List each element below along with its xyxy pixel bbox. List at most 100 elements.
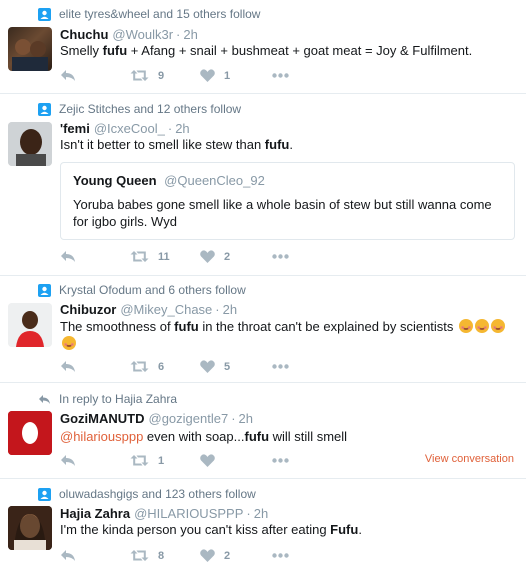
reply-button[interactable] bbox=[60, 360, 130, 373]
quoted-author-name: Young Queen bbox=[73, 173, 157, 188]
retweet-button[interactable]: 6 bbox=[130, 360, 200, 373]
reply-icon bbox=[61, 455, 75, 466]
tweet[interactable]: Krystal Ofodum and 6 others follow Chibu… bbox=[0, 276, 526, 383]
author-name[interactable]: Hajia Zahra bbox=[60, 506, 130, 521]
retweet-icon bbox=[130, 455, 149, 466]
reply-icon bbox=[61, 361, 75, 372]
tweet[interactable]: oluwadashgigs and 123 others follow Haji… bbox=[0, 479, 526, 563]
author-handle[interactable]: @Woulk3r bbox=[112, 27, 173, 42]
retweet-count: 11 bbox=[158, 250, 170, 263]
reply-button[interactable] bbox=[60, 250, 130, 263]
tweet[interactable]: elite tyres&wheel and 15 others follow C… bbox=[0, 0, 526, 94]
author-name[interactable]: Chibuzor bbox=[60, 302, 116, 317]
tweet-actions: 6 5 bbox=[60, 360, 289, 373]
separator-dot: · bbox=[231, 411, 236, 426]
text-part: I'm the kinda person you can't kiss afte… bbox=[60, 522, 331, 537]
more-dots-icon bbox=[272, 364, 289, 369]
more-dots-icon bbox=[272, 458, 289, 463]
reply-button[interactable] bbox=[60, 69, 130, 82]
retweet-button[interactable]: 1 bbox=[130, 454, 200, 467]
reply-context[interactable]: In reply to Hajia Zahra bbox=[38, 392, 177, 406]
like-button[interactable] bbox=[200, 454, 272, 467]
like-heart-icon bbox=[200, 360, 215, 373]
retweet-count: 8 bbox=[158, 549, 165, 562]
tweet[interactable]: In reply to Hajia Zahra GoziMANUTD @gozi… bbox=[0, 383, 526, 479]
smiling-face-emoji bbox=[491, 319, 506, 333]
retweet-count: 6 bbox=[158, 360, 165, 373]
like-button[interactable]: 2 bbox=[200, 250, 272, 263]
avatar-photo bbox=[8, 303, 52, 347]
text-part: Isn't it better to smell like stew than bbox=[60, 137, 265, 152]
retweet-icon bbox=[130, 550, 149, 561]
more-dots-icon bbox=[272, 73, 289, 78]
tweet-text: Smelly fufu + Afang + snail + bushmeat +… bbox=[60, 42, 514, 59]
person-follow-icon bbox=[38, 7, 51, 21]
author-name[interactable]: GoziMANUTD bbox=[60, 411, 145, 426]
avatar-photo bbox=[8, 506, 52, 550]
timestamp[interactable]: 2h bbox=[183, 27, 197, 42]
like-count: 5 bbox=[224, 360, 231, 373]
like-button[interactable]: 5 bbox=[200, 360, 272, 373]
author-name[interactable]: Chuchu bbox=[60, 27, 108, 42]
tweet-text: @hilariousppp even with soap...fufu will… bbox=[60, 428, 514, 445]
author-handle[interactable]: @IcxeCool_ bbox=[94, 121, 165, 136]
like-heart-icon bbox=[200, 454, 215, 467]
timestamp[interactable]: 2h bbox=[223, 302, 237, 317]
tweet-text: The smoothness of fufu in the throat can… bbox=[60, 318, 506, 352]
tweet-header: Chuchu @Woulk3r · 2h bbox=[60, 27, 198, 42]
reply-button[interactable] bbox=[60, 454, 130, 467]
author-handle[interactable]: @HILARIOUSPPP bbox=[134, 506, 243, 521]
text-part: The smoothness of bbox=[60, 319, 175, 334]
like-count: 2 bbox=[224, 250, 231, 263]
tweet-header: GoziMANUTD @gozigentle7 · 2h bbox=[60, 411, 253, 426]
quoted-tweet-text: Yoruba babes gone smell like a whole bas… bbox=[73, 197, 492, 229]
avatar[interactable] bbox=[8, 411, 52, 455]
avatar[interactable] bbox=[8, 27, 52, 71]
person-follow-icon bbox=[38, 283, 51, 297]
more-options-button[interactable] bbox=[272, 553, 289, 558]
separator-dot: · bbox=[246, 506, 251, 521]
view-conversation-link[interactable]: View conversation bbox=[425, 453, 514, 465]
more-options-button[interactable] bbox=[272, 254, 289, 259]
like-count: 1 bbox=[224, 69, 231, 82]
timestamp[interactable]: 2h bbox=[254, 506, 268, 521]
text-part: in the throat can't be explained by scie… bbox=[198, 319, 454, 334]
like-button[interactable]: 1 bbox=[200, 69, 272, 82]
social-context-text: oluwadashgigs and 123 others follow bbox=[59, 487, 256, 501]
highlighted-keyword: fufu bbox=[102, 43, 128, 58]
like-heart-icon bbox=[200, 250, 215, 263]
mention-link[interactable]: @hilariousppp bbox=[60, 429, 143, 444]
tweet-actions: 1 bbox=[60, 454, 289, 467]
social-context-text: Krystal Ofodum and 6 others follow bbox=[59, 283, 246, 297]
timestamp[interactable]: 2h bbox=[239, 411, 253, 426]
reply-icon bbox=[61, 70, 75, 81]
more-options-button[interactable] bbox=[272, 458, 289, 463]
reply-button[interactable] bbox=[60, 549, 130, 562]
retweet-button[interactable]: 8 bbox=[130, 549, 200, 562]
more-options-button[interactable] bbox=[272, 73, 289, 78]
author-handle[interactable]: @Mikey_Chase bbox=[120, 302, 212, 317]
avatar[interactable] bbox=[8, 303, 52, 347]
avatar[interactable] bbox=[8, 122, 52, 166]
smiling-face-emoji bbox=[62, 336, 76, 350]
reply-icon bbox=[61, 550, 75, 561]
text-part: will still smell bbox=[269, 429, 348, 444]
tweet[interactable]: Zejic Stitches and 12 others follow 'fem… bbox=[0, 94, 526, 276]
retweet-icon bbox=[130, 251, 149, 262]
reply-context-text: In reply to Hajia Zahra bbox=[59, 392, 178, 406]
more-dots-icon bbox=[272, 254, 289, 259]
tweet-text: I'm the kinda person you can't kiss afte… bbox=[60, 521, 514, 538]
avatar[interactable] bbox=[8, 506, 52, 550]
text-part: . bbox=[289, 137, 293, 152]
timestamp[interactable]: 2h bbox=[175, 121, 189, 136]
quoted-tweet[interactable]: Young Queen @QueenCleo_92 Yoruba babes g… bbox=[60, 162, 515, 240]
highlighted-keyword: fufu bbox=[244, 429, 270, 444]
more-options-button[interactable] bbox=[272, 364, 289, 369]
highlighted-keyword: fufu bbox=[174, 319, 199, 334]
author-name[interactable]: 'femi bbox=[60, 121, 90, 136]
retweet-button[interactable]: 9 bbox=[130, 69, 200, 82]
like-button[interactable]: 2 bbox=[200, 549, 272, 562]
author-handle[interactable]: @gozigentle7 bbox=[149, 411, 229, 426]
reply-icon bbox=[61, 251, 75, 262]
retweet-button[interactable]: 11 bbox=[130, 250, 200, 263]
